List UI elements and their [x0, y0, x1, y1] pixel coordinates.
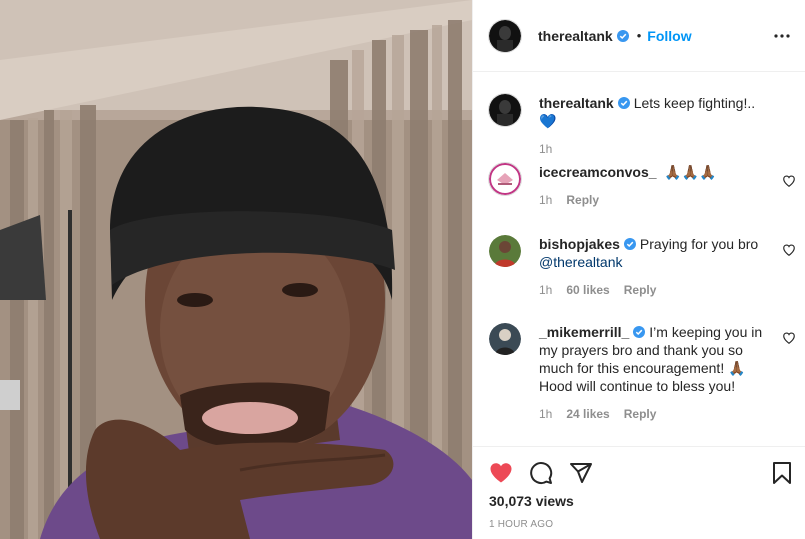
commenter-avatar[interactable]: [489, 163, 521, 195]
comment-item: _mikemerrill_ I’m keeping you in my praye…: [489, 323, 789, 423]
verified-badge-icon: [633, 326, 646, 338]
bookmark-icon[interactable]: [770, 461, 794, 485]
reply-button[interactable]: Reply: [624, 281, 657, 299]
verified-badge-icon: [623, 238, 636, 250]
comment-likes[interactable]: 24 likes: [566, 405, 609, 423]
commenter-avatar[interactable]: [489, 235, 521, 267]
comment-text: Praying for you bro: [639, 236, 759, 252]
comment-icon[interactable]: [529, 461, 553, 485]
comment-username[interactable]: bishopjakes: [539, 236, 620, 252]
comment-likes[interactable]: 60 likes: [566, 281, 609, 299]
comments-list[interactable]: therealtank Lets keep fighting!..💙 1h ic…: [473, 72, 805, 446]
reply-button[interactable]: Reply: [566, 191, 599, 209]
comment-time[interactable]: 1h: [539, 405, 552, 423]
comment-mention[interactable]: @therealtank: [539, 254, 622, 270]
post-actions: 30,073 views 1 HOUR AGO: [473, 446, 805, 539]
video-player[interactable]: [0, 0, 472, 539]
view-count[interactable]: 30,073 views: [489, 493, 574, 509]
comment-like-heart-icon[interactable]: [782, 174, 796, 188]
caption: therealtank Lets keep fighting!..💙 1h: [489, 94, 789, 158]
comment-item: bishopjakes Praying for you bro @therealt…: [489, 235, 789, 299]
heart-icon[interactable]: [489, 461, 513, 485]
comment-item: icecreamconvos_ 🙏🏾🙏🏾🙏🏾 1h Reply: [489, 163, 789, 209]
author-avatar[interactable]: [489, 19, 521, 52]
author-username[interactable]: therealtank: [538, 28, 613, 44]
post-header: therealtank • Follow: [473, 0, 805, 72]
video-frame: [0, 0, 472, 539]
share-icon[interactable]: [569, 461, 593, 485]
comment-username[interactable]: _mikemerrill_: [539, 324, 629, 340]
comment-text: 🙏🏾🙏🏾🙏🏾: [664, 164, 717, 180]
separator-dot: •: [636, 28, 642, 43]
verified-badge-icon: [616, 29, 629, 42]
comment-like-heart-icon[interactable]: [782, 331, 796, 345]
commenter-avatar[interactable]: [489, 323, 521, 355]
follow-button[interactable]: Follow: [647, 28, 691, 44]
verified-badge-icon: [617, 97, 630, 109]
comment-time[interactable]: 1h: [539, 281, 552, 299]
comment-username[interactable]: icecreamconvos_: [539, 164, 657, 180]
caption-time[interactable]: 1h: [539, 140, 552, 158]
post-timestamp[interactable]: 1 HOUR AGO: [489, 519, 553, 530]
reply-button[interactable]: Reply: [624, 405, 657, 423]
more-options-icon[interactable]: [772, 26, 792, 46]
comment-time[interactable]: 1h: [539, 191, 552, 209]
post-view: therealtank • Follow therealtank Lets ke…: [0, 0, 805, 539]
caption-username[interactable]: therealtank: [539, 95, 614, 111]
caption-avatar[interactable]: [489, 94, 521, 126]
post-details-panel: therealtank • Follow therealtank Lets ke…: [472, 0, 805, 539]
comment-like-heart-icon[interactable]: [782, 243, 796, 257]
